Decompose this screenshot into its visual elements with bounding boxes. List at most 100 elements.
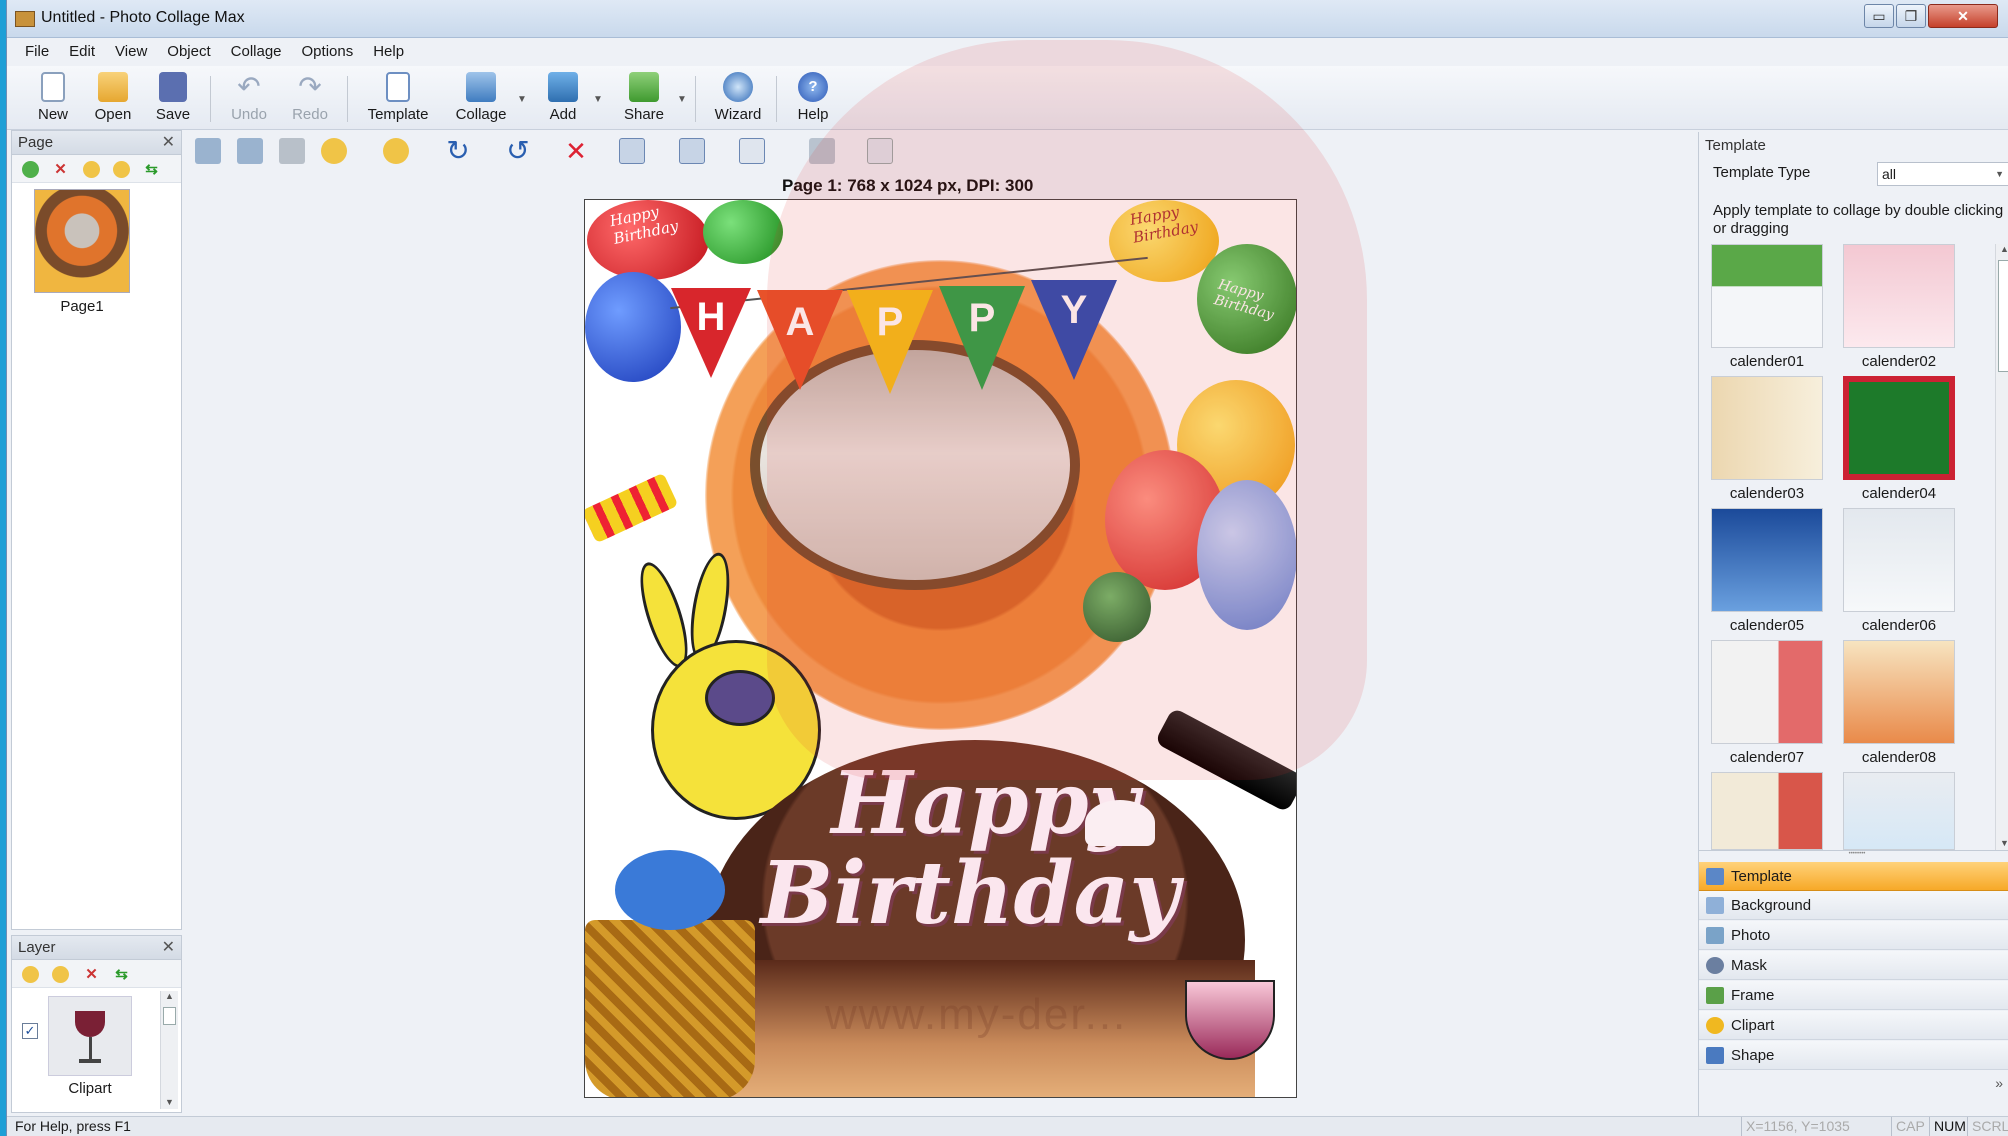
- template-thumb-calender08[interactable]: [1843, 640, 1955, 744]
- layer-panel: Layer ✕ ✕ ⇆ ✓ Clipart ▲ ▼: [11, 935, 182, 1113]
- new-button[interactable]: New: [25, 70, 81, 128]
- minimize-button[interactable]: ▭: [1864, 4, 1894, 28]
- template-label-calender02: calender02: [1861, 353, 1937, 370]
- clipart-layer-thumbnail[interactable]: [48, 996, 132, 1076]
- background-icon: [1706, 897, 1724, 914]
- cake-text-birthday: Birthday: [760, 843, 1180, 944]
- category-mask[interactable]: Mask: [1699, 951, 2008, 980]
- move-page-up-icon[interactable]: [83, 161, 100, 178]
- collage-page[interactable]: Happy Birthday Happy Birthday Happy Birt…: [584, 199, 1297, 1098]
- template-thumb-calender07[interactable]: [1711, 640, 1823, 744]
- menu-view[interactable]: View: [105, 38, 157, 66]
- redo-button[interactable]: ↷ Redo: [282, 70, 338, 128]
- delete-page-icon[interactable]: ✕: [52, 161, 69, 178]
- layer-up-icon[interactable]: [22, 966, 39, 983]
- menu-options[interactable]: Options: [292, 38, 364, 66]
- menu-help[interactable]: Help: [363, 38, 414, 66]
- save-button[interactable]: Save: [145, 70, 201, 128]
- template-scrollbar[interactable]: ▲ ▼: [1995, 244, 2008, 850]
- help-button[interactable]: ? Help: [785, 70, 841, 128]
- page-panel-close-icon[interactable]: ✕: [162, 131, 175, 155]
- undo-button[interactable]: ↶ Undo: [221, 70, 277, 128]
- refresh-layers-icon[interactable]: ⇆: [113, 966, 130, 983]
- panel-splitter[interactable]: ••••••••: [1699, 850, 2008, 858]
- save-disk-icon: [159, 72, 187, 102]
- layer-down-icon[interactable]: [52, 966, 69, 983]
- template-label-calender05: calender05: [1729, 617, 1805, 634]
- move-page-down-icon[interactable]: [113, 161, 130, 178]
- template-label-calender07: calender07: [1729, 749, 1805, 766]
- align-icon[interactable]: [619, 138, 645, 164]
- template-thumb-calender06[interactable]: [1843, 508, 1955, 612]
- status-num: NUM: [1929, 1117, 1967, 1136]
- layer-visibility-checkbox[interactable]: ✓: [22, 1023, 38, 1039]
- scroll-thumb[interactable]: [1998, 260, 2008, 372]
- page1-thumbnail[interactable]: [34, 189, 130, 293]
- template-icon: [386, 72, 410, 102]
- category-clipart[interactable]: Clipart: [1699, 1011, 2008, 1040]
- category-template[interactable]: Template: [1699, 862, 2008, 891]
- zoom-photo-icon[interactable]: [237, 138, 263, 164]
- template-thumb-calender03[interactable]: [1711, 376, 1823, 480]
- fit-photo-icon[interactable]: [195, 138, 221, 164]
- main-toolbar: New Open Save ↶ Undo ↷ Redo Template Col…: [7, 66, 2008, 130]
- cocktail-glass-icon: [75, 1011, 105, 1037]
- template-thumb-calender04[interactable]: [1843, 376, 1955, 480]
- template-label-calender06: calender06: [1861, 617, 1937, 634]
- photo-icon: [1706, 927, 1724, 944]
- menu-bar: File Edit View Object Collage Options Help: [7, 38, 2008, 66]
- undo-arrow-icon: ↶: [237, 71, 261, 102]
- collage-dropdown-arrow[interactable]: ▼: [517, 94, 527, 105]
- wizard-icon: [723, 72, 753, 102]
- distribute-icon[interactable]: [739, 138, 765, 164]
- layer-panel-close-icon[interactable]: ✕: [162, 936, 175, 960]
- add-dropdown-arrow[interactable]: ▼: [593, 94, 603, 105]
- add-page-icon[interactable]: [22, 161, 39, 178]
- scroll-down-icon[interactable]: ▼: [1996, 838, 2008, 848]
- category-frame[interactable]: Frame: [1699, 981, 2008, 1010]
- crop-icon[interactable]: [279, 138, 305, 164]
- bring-forward-icon[interactable]: [321, 138, 347, 164]
- open-button[interactable]: Open: [85, 70, 141, 128]
- delete-object-icon[interactable]: ✕: [563, 138, 589, 164]
- layer-scrollbar[interactable]: ▲ ▼: [160, 991, 178, 1109]
- send-backward-icon[interactable]: [383, 138, 409, 164]
- template-type-select[interactable]: all ▼: [1877, 162, 2008, 186]
- template-thumb-calender01[interactable]: [1711, 244, 1823, 348]
- rotate-right-icon[interactable]: ↻: [445, 137, 471, 165]
- delete-layer-icon[interactable]: ✕: [83, 966, 100, 983]
- cream-swirl: [1085, 800, 1155, 846]
- replace-photo-icon[interactable]: [809, 138, 835, 164]
- menu-collage[interactable]: Collage: [221, 38, 292, 66]
- refresh-pages-icon[interactable]: ⇆: [143, 161, 160, 178]
- category-background[interactable]: Background: [1699, 891, 2008, 920]
- template-button[interactable]: Template: [363, 70, 433, 128]
- app-window: Untitled - Photo Collage Max ▭ ❐ ✕ File E…: [6, 0, 2008, 1136]
- wizard-button[interactable]: Wizard: [707, 70, 769, 128]
- share-dropdown-arrow[interactable]: ▼: [677, 94, 687, 105]
- add-button[interactable]: Add: [535, 70, 591, 128]
- menu-object[interactable]: Object: [157, 38, 220, 66]
- collage-button[interactable]: Collage: [449, 70, 513, 128]
- scroll-up-icon[interactable]: ▲: [1996, 244, 2008, 254]
- properties-icon[interactable]: [867, 138, 893, 164]
- rotate-left-icon[interactable]: ↺: [505, 137, 531, 165]
- page-panel-header: Page ✕: [12, 131, 181, 155]
- template-thumb-calender09[interactable]: [1711, 772, 1823, 850]
- template-thumb-calender02[interactable]: [1843, 244, 1955, 348]
- menu-edit[interactable]: Edit: [59, 38, 105, 66]
- menu-file[interactable]: File: [15, 38, 59, 66]
- template-label-calender04: calender04: [1861, 485, 1937, 502]
- clipart-icon: [1706, 1017, 1724, 1034]
- template-thumb-calender05[interactable]: [1711, 508, 1823, 612]
- close-button[interactable]: ✕: [1928, 4, 1998, 28]
- category-shape[interactable]: Shape: [1699, 1041, 2008, 1070]
- status-scrl: SCRL: [1967, 1117, 2008, 1136]
- expand-chevron-icon[interactable]: »: [1995, 1075, 2003, 1091]
- category-photo[interactable]: Photo: [1699, 921, 2008, 950]
- template-thumb-calender10[interactable]: [1843, 772, 1955, 850]
- maximize-button[interactable]: ❐: [1896, 4, 1926, 28]
- page-panel: Page ✕ ✕ ⇆ Page1: [11, 130, 182, 930]
- share-button[interactable]: Share: [615, 70, 673, 128]
- size-icon[interactable]: [679, 138, 705, 164]
